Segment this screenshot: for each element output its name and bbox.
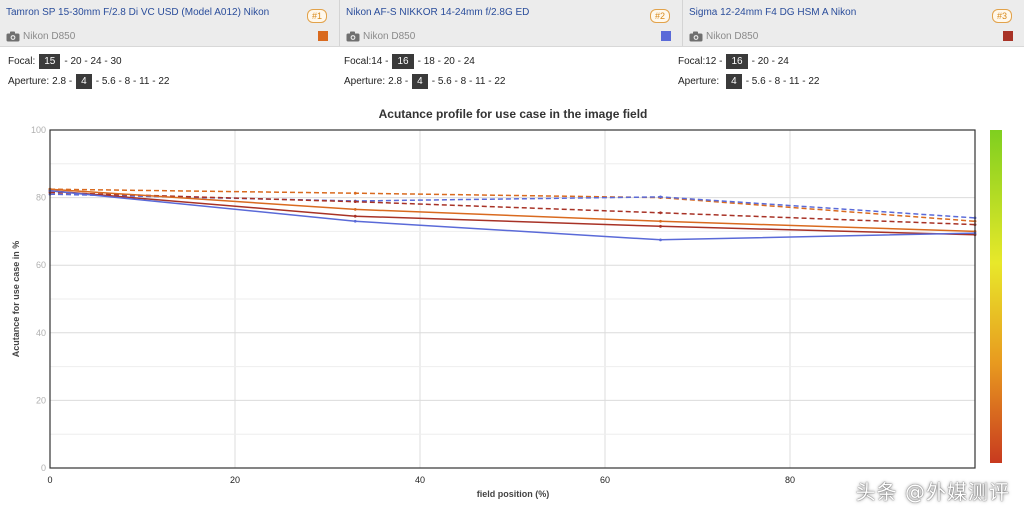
lens-camera: Nikon D850 (689, 31, 758, 42)
focal-selected[interactable]: 16 (726, 54, 748, 69)
focal-options-before[interactable]: 14 - (371, 56, 388, 67)
y-tick-label: 0 (41, 463, 46, 473)
focal-options-before[interactable]: 12 - (705, 56, 722, 67)
data-point (353, 214, 357, 218)
y-tick-label: 20 (36, 395, 46, 405)
focal-selector: Focal: 15 - 20 - 24 - 30 (8, 54, 122, 69)
aperture-selector: Aperture: 4 - 5.6 - 8 - 11 - 22 (678, 74, 819, 89)
focal-options-after[interactable]: - 20 - 24 - 30 (64, 56, 121, 67)
focal-label: Focal: (678, 56, 706, 67)
chart-title: Acutance profile for use case in the ima… (379, 107, 648, 121)
y-tick-label: 60 (36, 260, 46, 270)
aperture-options-after[interactable]: - 5.6 - 8 - 11 - 22 (96, 76, 170, 87)
aperture-label: Aperture: (8, 76, 50, 87)
focal-selector: Focal: 12 - 16 - 20 - 24 (678, 54, 789, 69)
lens-camera: Nikon D850 (6, 31, 75, 42)
lens-column-1: Tamron SP 15-30mm F/2.8 Di VC USD (Model… (0, 0, 340, 46)
lens-name-link[interactable]: Nikon AF-S NIKKOR 14-24mm f/2.8G ED (346, 7, 529, 18)
lens-rank-badge: #3 (991, 9, 1012, 23)
lens-camera: Nikon D850 (346, 31, 415, 42)
lens-rank-badge: #1 (306, 9, 327, 23)
aperture-options-before[interactable]: 2.8 - (388, 76, 408, 87)
lens-header: Tamron SP 15-30mm F/2.8 Di VC USD (Model… (0, 0, 1024, 47)
data-point (353, 219, 357, 223)
aperture-options-before[interactable]: 2.8 - (52, 76, 72, 87)
focal-selected[interactable]: 15 (39, 54, 61, 69)
lens-settings: Focal: 15 - 20 - 24 - 30 Aperture: 2.8 -… (0, 50, 1024, 92)
y-axis-label: Acutance for use case in % (11, 241, 21, 358)
aperture-selector: Aperture: 2.8 - 4 - 5.6 - 8 - 11 - 22 (8, 74, 169, 89)
lens-name-link[interactable]: Tamron SP 15-30mm F/2.8 Di VC USD (Model… (6, 7, 269, 18)
acutance-chart: Acutance profile for use case in the ima… (11, 107, 1002, 499)
lens-rank-badge: #2 (649, 9, 670, 23)
data-point (659, 219, 662, 223)
focal-label: Focal: (8, 56, 36, 67)
data-point (659, 211, 662, 215)
lens-camera-label: Nikon D850 (363, 31, 416, 42)
aperture-selected[interactable]: 4 (76, 74, 92, 89)
aperture-options-after[interactable]: - 5.6 - 8 - 11 - 22 (746, 76, 820, 87)
lens-column-2: Nikon AF-S NIKKOR 14-24mm f/2.8G ED #2 N… (340, 0, 683, 46)
x-tick-label: 20 (230, 475, 240, 485)
data-point (353, 191, 357, 195)
aperture-options-after[interactable]: - 5.6 - 8 - 11 - 22 (432, 76, 506, 87)
camera-icon (6, 31, 20, 42)
data-point (659, 238, 662, 242)
focal-selector: Focal: 14 - 16 - 18 - 20 - 24 (344, 54, 475, 69)
x-tick-label: 40 (415, 475, 425, 485)
data-point (353, 208, 357, 211)
aperture-selected[interactable]: 4 (412, 74, 428, 89)
data-point (353, 200, 357, 204)
x-tick-label: 60 (600, 475, 610, 485)
data-point (659, 224, 662, 228)
y-tick-label: 80 (36, 193, 46, 203)
lens-column-3: Sigma 12-24mm F4 DG HSM A Nikon #3 Nikon… (683, 0, 1024, 46)
x-axis-label: field position (%) (477, 489, 550, 499)
lens-color-swatch (318, 31, 328, 41)
lens-color-swatch (661, 31, 671, 41)
aperture-label: Aperture: (678, 76, 720, 87)
color-scale-bar (990, 130, 1002, 463)
aperture-selected[interactable]: 4 (726, 74, 742, 89)
focal-label: Focal: (344, 56, 372, 67)
watermark: 头条 @外媒测评 (855, 480, 1010, 504)
lens-name-link[interactable]: Sigma 12-24mm F4 DG HSM A Nikon (689, 7, 856, 18)
focal-options-after[interactable]: - 18 - 20 - 24 (418, 56, 475, 67)
x-tick-label: 0 (47, 475, 52, 485)
focal-options-after[interactable]: - 20 - 24 (752, 56, 789, 67)
data-point (659, 195, 662, 199)
lens-camera-label: Nikon D850 (706, 31, 759, 42)
y-tick-label: 100 (31, 125, 46, 135)
x-tick-label: 80 (785, 475, 795, 485)
focal-selected[interactable]: 16 (392, 54, 414, 69)
aperture-label: Aperture: (344, 76, 386, 87)
camera-icon (346, 31, 360, 42)
aperture-selector: Aperture: 2.8 - 4 - 5.6 - 8 - 11 - 22 (344, 74, 505, 89)
y-tick-label: 40 (36, 328, 46, 338)
lens-color-swatch (1003, 31, 1013, 41)
camera-icon (689, 31, 703, 42)
lens-camera-label: Nikon D850 (23, 31, 76, 42)
